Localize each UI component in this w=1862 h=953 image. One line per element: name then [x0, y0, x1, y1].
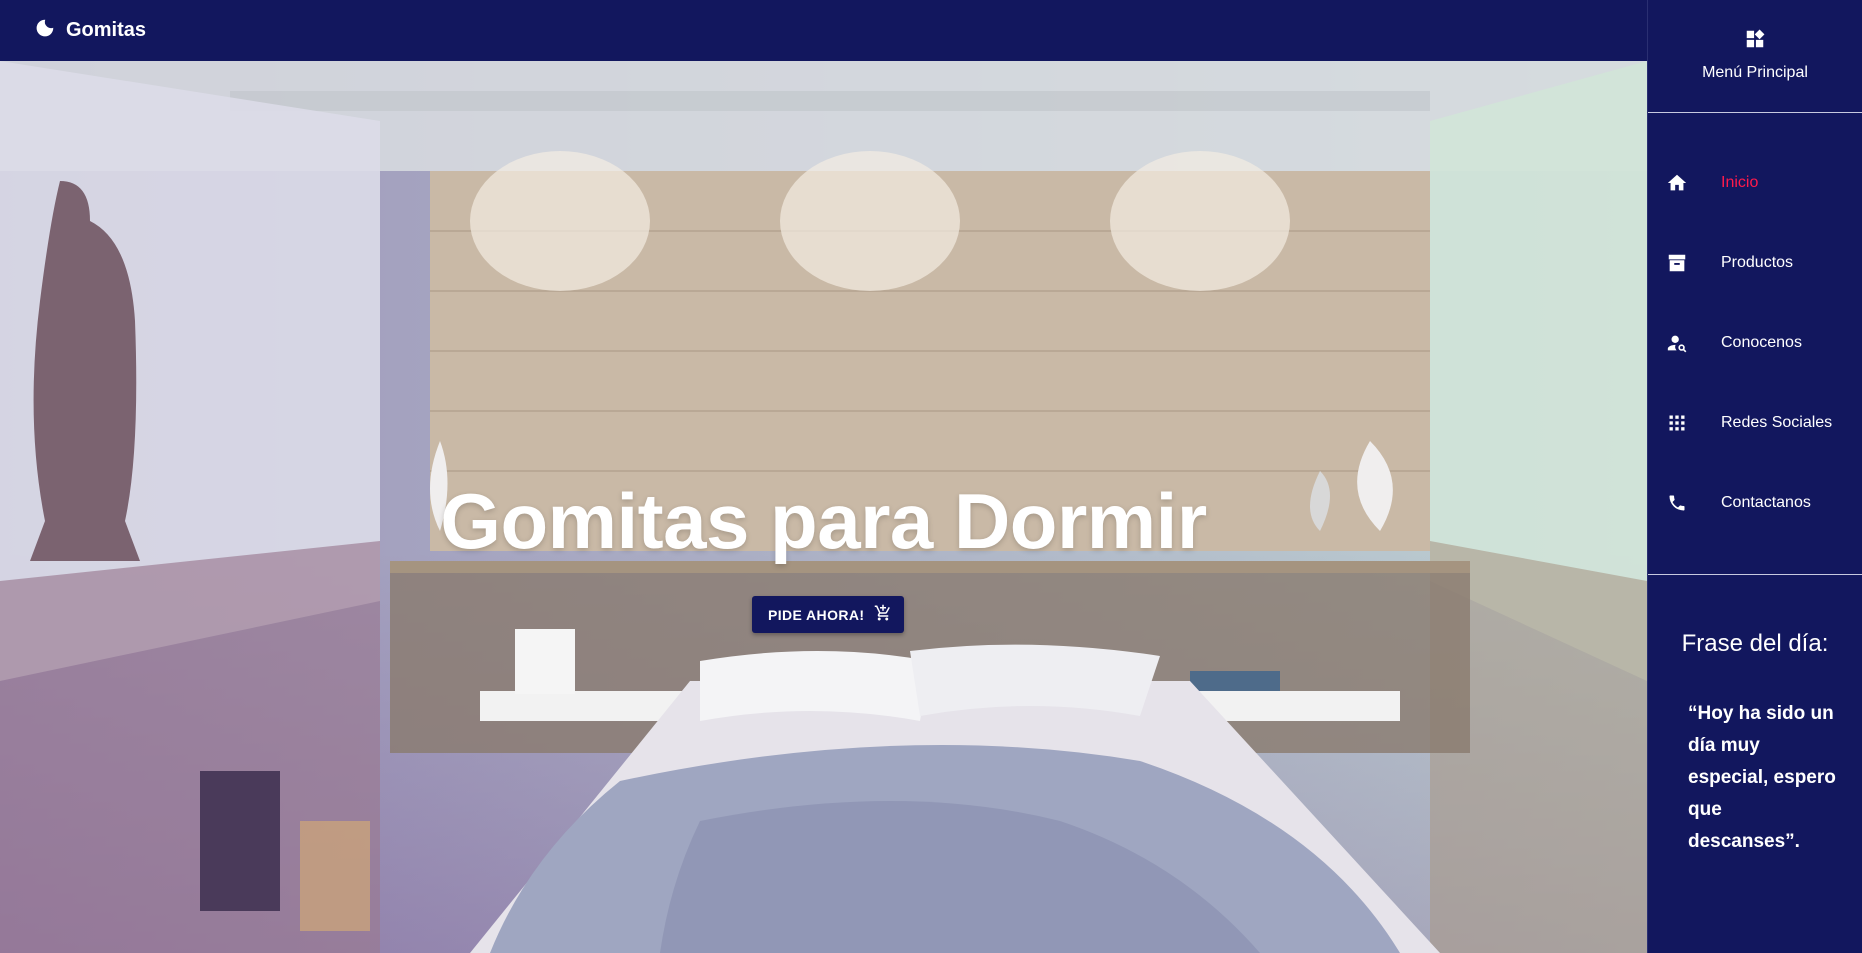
main-menu-label: Menú Principal [1702, 64, 1808, 81]
moon-icon [35, 18, 55, 43]
hero-title: Gomitas para Dormir [440, 477, 1207, 565]
hero-section: Gomitas para Dormir PIDE AHORA! [0, 61, 1647, 953]
cart-add-icon [874, 604, 892, 625]
side-navigation: Menú Principal Inicio Productos Conoceno… [1647, 0, 1862, 953]
sidebar-item-redes-sociales[interactable]: Redes Sociales [1648, 383, 1862, 463]
sidebar-item-productos[interactable]: Productos [1648, 223, 1862, 303]
quote-text: “Hoy ha sido un día muy especial, espero… [1688, 703, 1836, 852]
sidebar-item-inicio[interactable]: Inicio [1648, 143, 1862, 223]
home-icon [1666, 172, 1688, 194]
apps-icon [1666, 412, 1688, 434]
phone-icon [1666, 492, 1688, 514]
sidebar-item-contactanos[interactable]: Contactanos [1648, 463, 1862, 543]
sidebar-item-label: Inicio [1721, 174, 1759, 191]
order-now-button[interactable]: PIDE AHORA! [752, 596, 905, 633]
brand-title: Gomitas [66, 19, 147, 41]
archive-icon [1666, 252, 1688, 274]
sidebar-item-label: Contactanos [1721, 494, 1811, 511]
quote-title: Frase del día: [1681, 630, 1829, 657]
person-search-icon [1666, 332, 1688, 354]
sidebar-item-label: Conocenos [1721, 334, 1802, 351]
order-now-label: PIDE AHORA! [768, 606, 865, 623]
sidebar-item-label: Redes Sociales [1721, 414, 1833, 431]
sidebar-item-label: Productos [1721, 254, 1794, 271]
sidebar-nav-list: Inicio Productos Conocenos Redes Sociale… [1648, 113, 1862, 543]
brand-link[interactable]: Gomitas [35, 18, 146, 43]
main-menu-header[interactable]: Menú Principal [1648, 0, 1862, 112]
sidebar-divider-bottom [1648, 574, 1862, 575]
sidebar-item-conocenos[interactable]: Conocenos [1648, 303, 1862, 383]
dashboard-icon [1744, 28, 1766, 55]
top-app-bar: Gomitas [0, 0, 1647, 61]
